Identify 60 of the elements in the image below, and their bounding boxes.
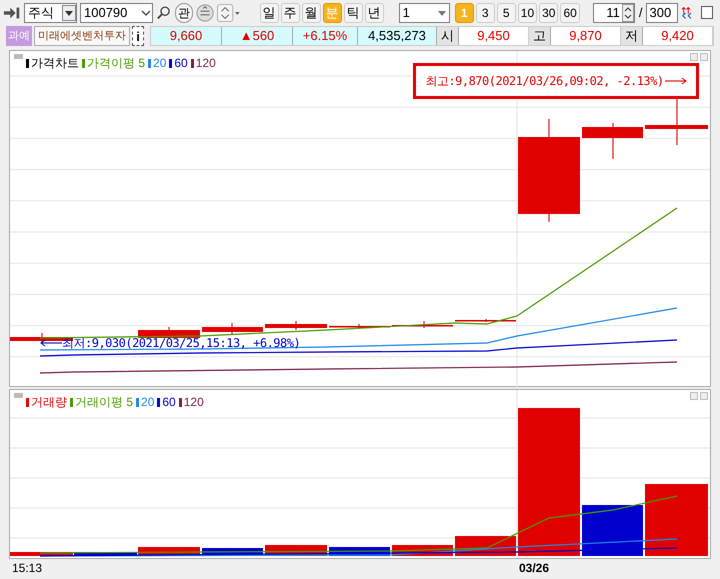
field-label: 고 xyxy=(529,27,551,45)
legend-label[interactable]: 20 xyxy=(141,393,154,411)
legend-label[interactable]: 20 xyxy=(153,54,166,72)
up-down-spinner-icon[interactable] xyxy=(217,2,241,22)
volume-cell: 4,535,273 xyxy=(358,27,437,45)
separator-text: / xyxy=(638,4,644,22)
volume-bar xyxy=(645,484,708,556)
legend-label[interactable]: 60 xyxy=(174,54,188,72)
field-value: 9,450 xyxy=(459,27,529,45)
stock-badge: 과예 xyxy=(6,26,32,46)
interval-select[interactable]: 1 xyxy=(398,2,450,22)
low-annotation: 최저:9,030(2021/03/25,15:13, +6.98%) xyxy=(62,335,300,352)
axis-label: 03/26 xyxy=(519,560,550,577)
period-tab[interactable]: 년 xyxy=(364,2,384,22)
right-arrow-icon xyxy=(664,77,687,85)
candlestick xyxy=(138,326,200,340)
stock-name-box[interactable]: 미래에셋벤처투자 xyxy=(34,26,130,46)
legend-label[interactable]: 120 xyxy=(184,393,204,411)
caret-icon xyxy=(140,8,152,18)
price-cell: 9,660 xyxy=(151,27,222,45)
minute-button[interactable]: 30 xyxy=(539,2,558,22)
axis-label: 15:13 xyxy=(12,560,42,577)
count-field[interactable]: 11 xyxy=(593,2,635,22)
change-cell: ▲560 xyxy=(222,27,293,45)
legend-label[interactable]: 60 xyxy=(162,393,176,411)
legend-label[interactable]: 120 xyxy=(196,54,216,72)
left-arrow-icon xyxy=(40,339,62,347)
period-tab[interactable]: 월 xyxy=(302,2,321,22)
field-value: 9,420 xyxy=(643,27,713,45)
legend-label[interactable]: 거래이평 5 xyxy=(75,393,134,411)
candlestick xyxy=(265,320,327,330)
max-count-field[interactable]: 300 xyxy=(646,2,678,22)
legend-label[interactable]: 거래량 xyxy=(31,393,67,411)
candlestick xyxy=(455,318,516,322)
search-icon[interactable] xyxy=(156,4,172,22)
legend-label[interactable]: 가격이평 5 xyxy=(87,54,146,72)
field-label: 저 xyxy=(621,27,643,45)
arrow-into-box-icon[interactable] xyxy=(3,6,22,20)
legend-label[interactable]: 가격차트 xyxy=(31,54,79,72)
period-tab[interactable]: 일 xyxy=(260,2,279,22)
volume-bar xyxy=(582,505,643,556)
change-rate-cell: +6.15% xyxy=(293,27,358,45)
period-tab[interactable]: 틱 xyxy=(344,2,363,22)
candlestick xyxy=(202,322,263,334)
minute-button[interactable]: 10 xyxy=(518,2,538,22)
minute-button[interactable]: 5 xyxy=(496,2,516,22)
high-annotation: 최고:9,870(2021/03/26,09:02, -2.13%) xyxy=(425,73,664,90)
period-tab[interactable]: 주 xyxy=(280,2,300,22)
code-field[interactable]: 100790 xyxy=(80,2,153,22)
field-value: 9,870 xyxy=(551,27,621,45)
minute-button[interactable]: 3 xyxy=(476,2,495,22)
spinner-icon xyxy=(622,4,634,22)
caret-icon xyxy=(62,4,76,20)
minute-button[interactable]: 60 xyxy=(560,2,580,22)
candlestick xyxy=(582,122,643,160)
info-button[interactable]: i xyxy=(132,26,144,46)
market-select[interactable]: 주식 xyxy=(24,2,77,22)
field-label: 시 xyxy=(437,27,459,45)
interest-button[interactable]: 관 xyxy=(175,2,194,22)
checkbox[interactable] xyxy=(701,6,714,19)
